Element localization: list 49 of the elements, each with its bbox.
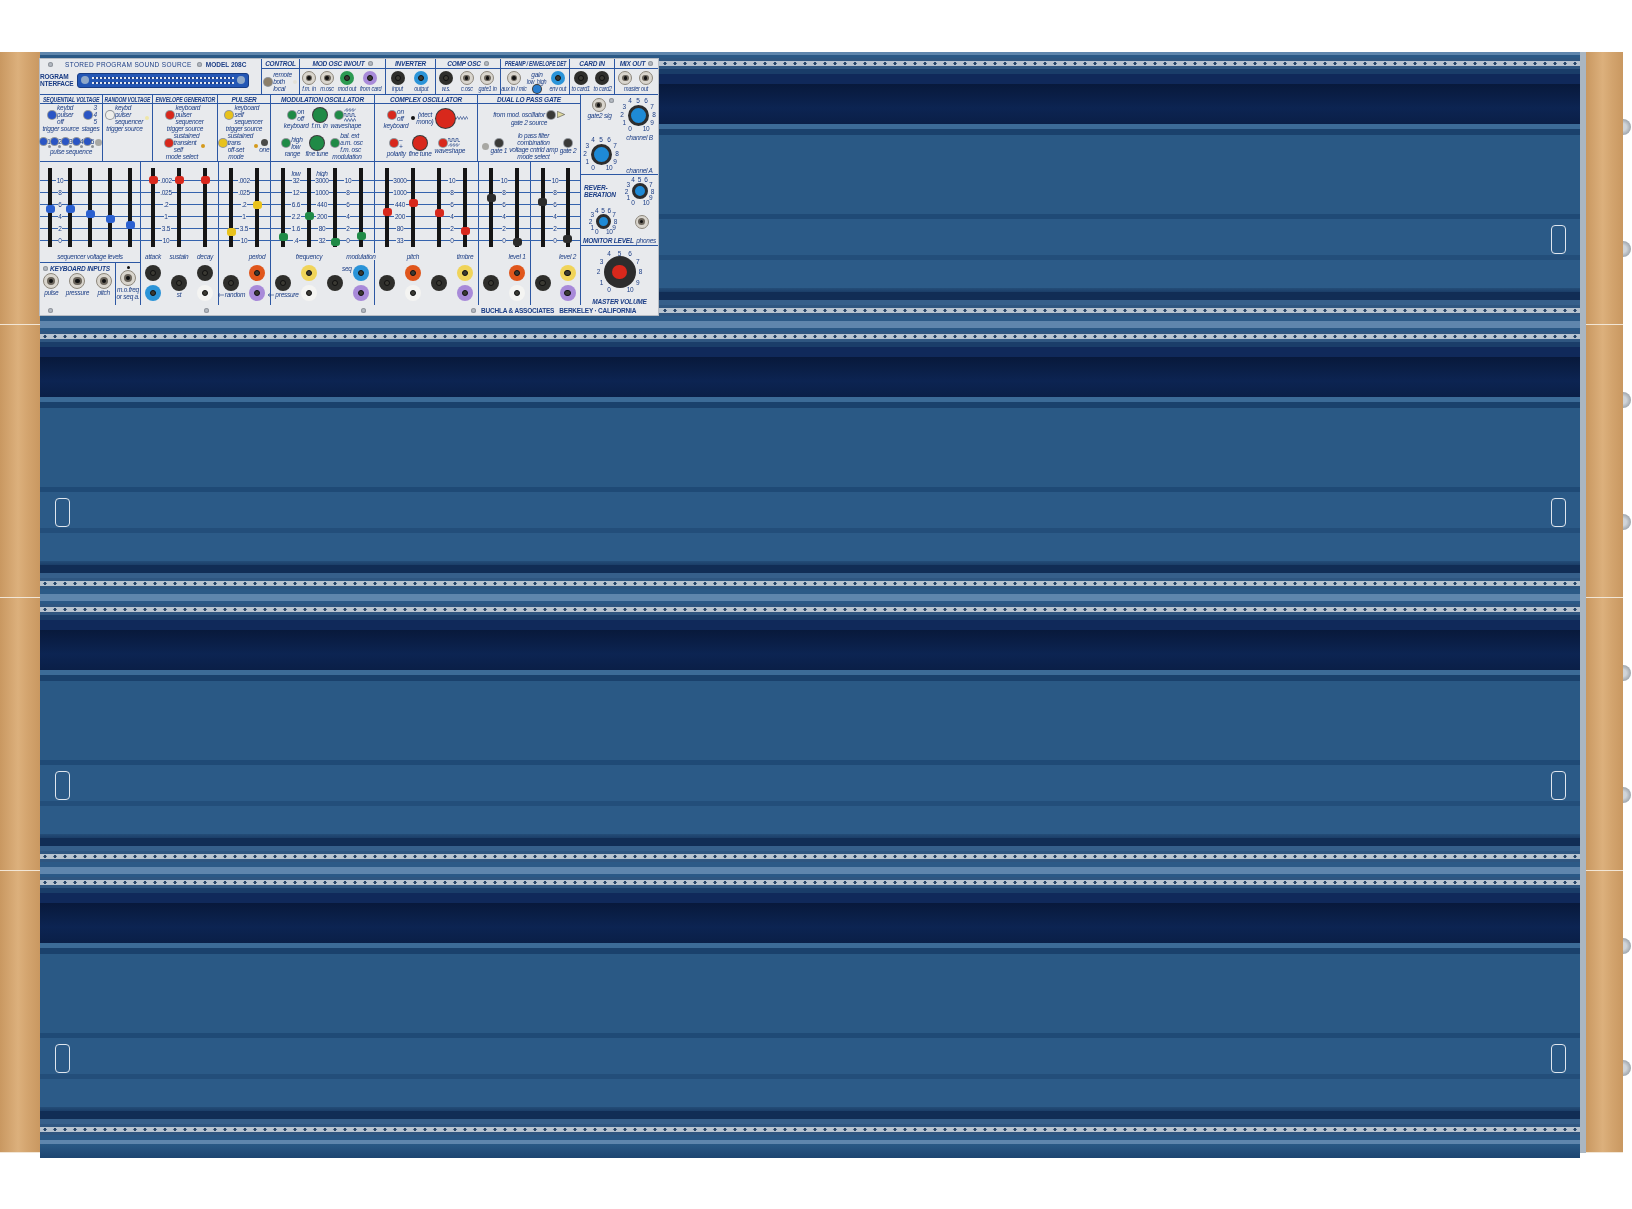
jack-socket-icon [507, 71, 521, 85]
knob-icon [590, 143, 612, 165]
screw-icon [1623, 241, 1631, 257]
led-icon [80, 144, 84, 148]
screw-icon [1623, 119, 1631, 135]
screw-icon [361, 307, 366, 313]
handle-slot-icon [55, 771, 70, 800]
jack-socket-icon [638, 71, 653, 85]
jack-socket-icon [634, 214, 649, 229]
handle-slot-icon [55, 498, 70, 527]
led-icon [126, 266, 130, 269]
screw-icon [43, 265, 48, 271]
handle-slot-icon [1551, 498, 1566, 527]
jack-socket-icon [591, 98, 606, 112]
jack-socket-icon [618, 71, 633, 85]
screw-icon [1623, 514, 1631, 530]
handle-slot-icon [55, 1044, 70, 1073]
jack-socket-icon [480, 71, 495, 85]
handle-slot-icon [1551, 1044, 1566, 1073]
waveform-icon [456, 116, 469, 120]
handle-slot-icon [1551, 225, 1566, 254]
jack-socket-icon [43, 273, 60, 289]
jack-socket-icon [69, 273, 86, 289]
led-icon [58, 144, 62, 148]
jack-socket-icon [320, 71, 335, 85]
led-icon [69, 144, 73, 148]
knob-icon [627, 104, 649, 126]
knob-icon [603, 256, 636, 288]
screw-icon [471, 307, 476, 313]
handle-slot-icon [1551, 771, 1566, 800]
screw-icon [196, 61, 202, 67]
led-icon [91, 144, 94, 148]
triangle-icon [556, 111, 565, 118]
screw-icon [1623, 665, 1631, 681]
knob-icon [631, 182, 648, 199]
jack-socket-icon [302, 71, 316, 85]
screw-icon [1623, 938, 1631, 954]
screw-icon [608, 98, 614, 103]
screw-icon [204, 307, 209, 313]
screw-icon [1623, 392, 1631, 408]
screw-icon [48, 307, 53, 313]
jack-socket-icon [95, 273, 112, 289]
jack-socket-icon [459, 71, 474, 85]
knob-icon [595, 214, 611, 229]
screw-icon [1623, 1060, 1631, 1076]
screw-icon [48, 61, 53, 67]
jack-socket-icon [120, 270, 136, 286]
led-icon [47, 144, 51, 148]
screw-icon [1623, 787, 1631, 803]
